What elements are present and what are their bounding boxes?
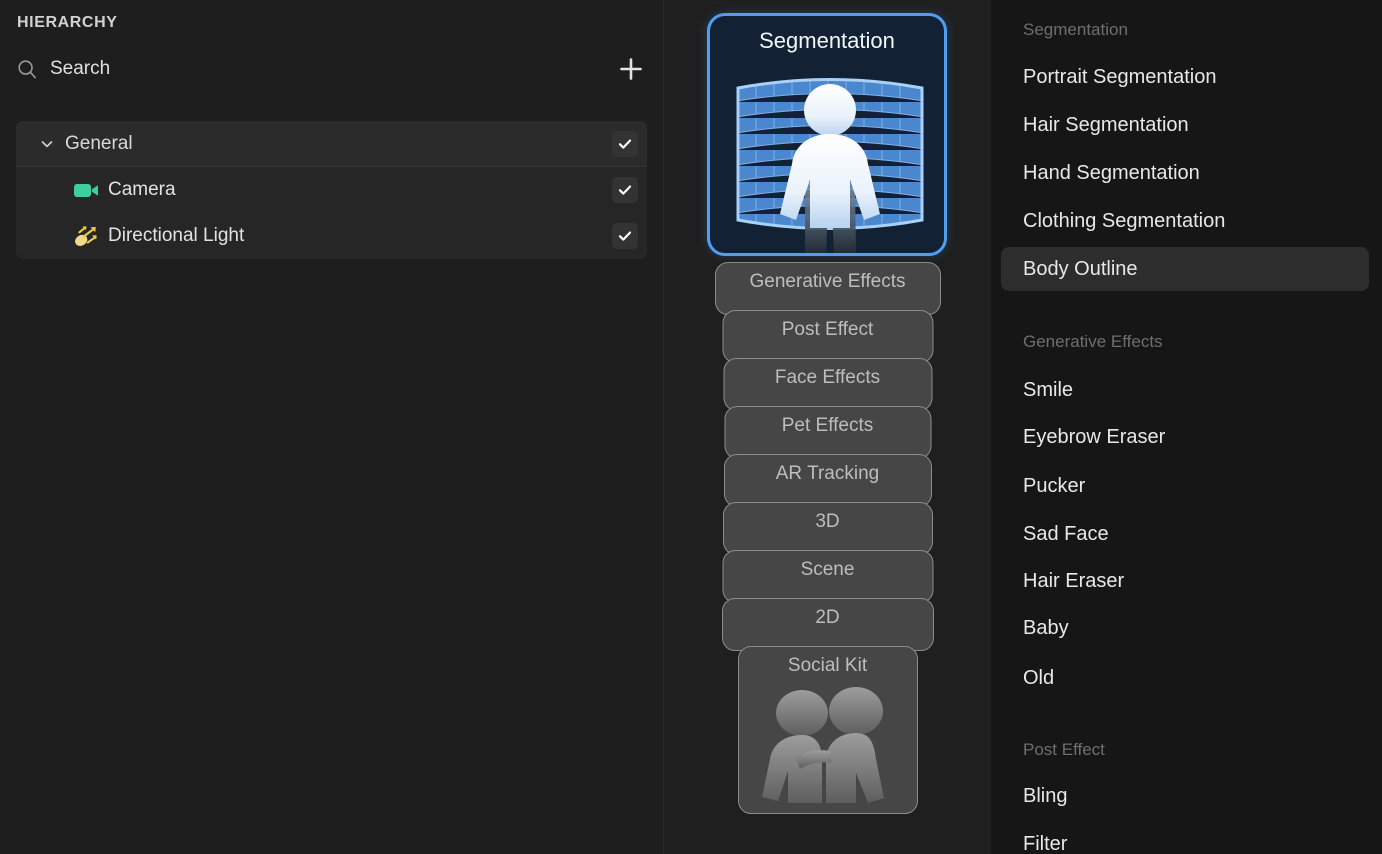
list-item-hand-segmentation[interactable]: Hand Segmentation xyxy=(1001,151,1369,195)
list-item-label: Smile xyxy=(1023,378,1074,401)
list-item-hair-eraser[interactable]: Hair Eraser xyxy=(1001,559,1369,603)
tree-item-label: Camera xyxy=(108,179,176,200)
list-item-filter[interactable]: Filter xyxy=(1001,822,1369,854)
search-icon xyxy=(17,59,37,79)
category-card-social-kit[interactable]: Social Kit xyxy=(737,646,918,814)
person-in-grid-frame-icon xyxy=(710,68,944,253)
category-card-title: Social Kit xyxy=(787,655,868,676)
list-item-pucker[interactable]: Pucker xyxy=(1001,464,1369,508)
list-item-hair-segmentation[interactable]: Hair Segmentation xyxy=(1001,103,1369,147)
category-card-title: Generative Effects xyxy=(749,271,906,292)
search-row xyxy=(0,50,663,88)
list-item-label: Sad Face xyxy=(1023,522,1109,545)
list-item-portrait-segmentation[interactable]: Portrait Segmentation xyxy=(1001,55,1369,99)
category-card-title: Segmentation xyxy=(759,28,895,53)
list-item-label: Baby xyxy=(1023,616,1069,639)
list-item-label: Hand Segmentation xyxy=(1023,161,1200,184)
list-item-label: Filter xyxy=(1023,832,1068,854)
list-item-label: Body Outline xyxy=(1023,257,1138,280)
app-root: HIERARCHY Search General Camera Directio… xyxy=(0,0,1382,854)
hierarchy-tree: General Camera Directional Light xyxy=(16,121,647,259)
category-card-post-effect[interactable]: Post Effect xyxy=(722,310,933,363)
tree-row-camera[interactable]: Camera xyxy=(16,167,647,213)
category-card-title: Pet Effects xyxy=(781,415,874,436)
category-card-face-effects[interactable]: Face Effects xyxy=(723,358,932,411)
category-card-title: Post Effect xyxy=(781,319,874,340)
category-card-scene[interactable]: Scene xyxy=(722,550,933,603)
list-item-eyebrow-eraser[interactable]: Eyebrow Eraser xyxy=(1001,415,1369,459)
visibility-checkbox-general[interactable] xyxy=(612,130,638,157)
list-item-bling[interactable]: Bling xyxy=(1001,774,1369,818)
list-item-label: Pucker xyxy=(1023,474,1086,497)
category-stack-panel: Segmentation Generative Effects Post Eff… xyxy=(663,0,991,854)
category-card-3d[interactable]: 3D xyxy=(722,502,933,555)
list-item-label: Portrait Segmentation xyxy=(1023,65,1217,88)
list-section-header-segmentation: Segmentation xyxy=(1023,20,1128,39)
list-item-baby[interactable]: Baby xyxy=(1001,606,1369,650)
list-item-label: Eyebrow Eraser xyxy=(1023,425,1166,448)
list-item-smile[interactable]: Smile xyxy=(1001,368,1369,412)
tree-row-general[interactable]: General xyxy=(16,121,647,167)
list-item-clothing-segmentation[interactable]: Clothing Segmentation xyxy=(1001,199,1369,243)
visibility-checkbox-camera[interactable] xyxy=(612,177,638,203)
list-item-label: Hair Eraser xyxy=(1023,569,1125,592)
tree-item-label: Directional Light xyxy=(108,225,245,246)
video-camera-icon xyxy=(72,179,100,201)
tree-item-label: General xyxy=(65,132,133,154)
list-item-old[interactable]: Old xyxy=(1001,656,1369,700)
plus-icon xyxy=(618,56,644,85)
category-card-ar-tracking[interactable]: AR Tracking xyxy=(723,454,932,507)
category-card-pet-effects[interactable]: Pet Effects xyxy=(724,406,931,459)
two-people-icon xyxy=(744,685,912,803)
category-card-title: 2D xyxy=(815,607,840,628)
category-card-2d[interactable]: 2D xyxy=(721,598,934,651)
list-item-sad-face[interactable]: Sad Face xyxy=(1001,512,1369,556)
list-item-label: Clothing Segmentation xyxy=(1023,209,1226,232)
add-node-button[interactable] xyxy=(615,54,647,86)
category-card-title: 3D xyxy=(815,511,840,532)
effect-list-panel: Segmentation Portrait Segmentation Hair … xyxy=(991,0,1382,854)
chevron-down-icon[interactable] xyxy=(40,137,54,151)
hierarchy-panel: HIERARCHY Search General Camera Directio… xyxy=(0,0,663,854)
list-item-label: Bling xyxy=(1023,784,1068,807)
list-section-header-post-effect: Post Effect xyxy=(1023,740,1105,759)
category-card-title: Scene xyxy=(800,559,855,580)
page-title: HIERARCHY xyxy=(17,14,118,31)
category-card-generative-effects[interactable]: Generative Effects xyxy=(714,262,941,315)
category-card-title: Face Effects xyxy=(774,367,881,388)
category-card-segmentation[interactable]: Segmentation xyxy=(707,13,947,256)
category-card-title: AR Tracking xyxy=(775,463,880,484)
list-item-label: Hair Segmentation xyxy=(1023,113,1189,136)
visibility-checkbox-directional-light[interactable] xyxy=(612,223,638,249)
tree-row-directional-light[interactable]: Directional Light xyxy=(16,213,647,259)
list-section-header-generative-effects: Generative Effects xyxy=(1023,332,1163,351)
list-item-label: Old xyxy=(1023,666,1055,689)
list-item-body-outline[interactable]: Body Outline xyxy=(1001,247,1369,291)
directional-light-icon xyxy=(72,225,100,247)
search-input[interactable] xyxy=(50,58,550,80)
